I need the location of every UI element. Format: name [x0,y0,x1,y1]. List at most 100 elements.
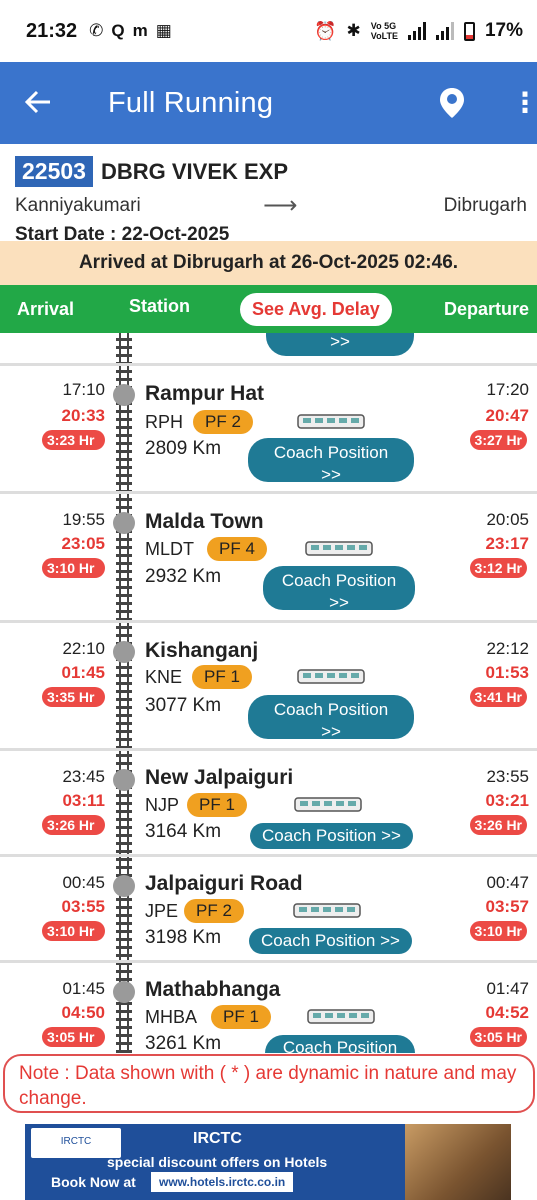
arrival-delay-badge: 3:10 Hr [42,921,105,941]
station-code: MLDT [145,539,194,559]
station-code: NJP [145,795,180,815]
station-name: Malda Town [145,510,264,533]
departure-delay-badge: 3:26 Hr [469,815,527,835]
station-code: MHBA [145,1007,198,1027]
list-item[interactable]: 22:10 01:45 3:35 Hr Kishanganj KNE PF 1 … [0,623,537,751]
battery-icon [463,21,475,41]
search-icon: Q [111,21,125,40]
arrival-column-label: Arrival [17,298,75,319]
scheduled-departure: 22:12 [486,639,529,658]
departure-delay-badge: 3:41 Hr [469,687,527,707]
coach-position-label: Coach Position [273,443,389,462]
station-code: RPH [145,412,184,432]
departure-column-label: Departure [443,298,529,319]
platform-badge: PF 1 [187,793,247,817]
ad-url[interactable]: www.hotels.irctc.co.in [151,1172,294,1192]
distance-km: 3077 Km [145,695,222,716]
coach-train-icon [297,669,365,684]
arrival-delay-badge: 3:35 Hr [42,687,105,707]
destination-station: Dibrugarh [443,194,527,216]
ad-banner[interactable]: IRCTC IRCTC special discount offers on H… [25,1124,511,1200]
origin-station: Kanniyakumari [15,194,141,216]
station-name: Jalpaiguri Road [145,872,303,895]
clock: 21:32 [26,19,78,42]
distance-km: 3198 Km [145,927,222,948]
departure-delay-badge: 3:10 Hr [469,921,527,941]
coach-position-button[interactable]: >> [266,333,414,356]
departure-delay-badge: 3:27 Hr [469,430,527,450]
platform-badge: PF 1 [211,1005,271,1029]
scheduled-arrival: 00:45 [62,873,105,892]
distance-km: 2809 Km [145,438,222,459]
coach-train-icon [307,1009,375,1024]
coach-position-label: Coach Position [273,700,389,719]
see-avg-delay-button[interactable]: See Avg. Delay [240,293,392,326]
scheduled-arrival: 01:45 [62,979,105,998]
list-item[interactable]: 00:45 03:55 3:10 Hr Jalpaiguri Road JPE … [0,857,537,963]
ad-offer-text: special discount offers on Hotels [107,1154,328,1170]
scheduled-departure: 00:47 [486,873,529,892]
station-code: JPE [145,901,179,921]
scheduled-departure: 20:05 [486,510,529,529]
station-name: New Jalpaiguri [145,766,294,789]
station-name: Rampur Hat [145,382,265,405]
coach-position-button[interactable]: Coach Position >> [248,438,414,484]
station-dot-icon [113,384,135,406]
whatsapp-icon: ✆ [89,21,104,40]
station-name: Mathabhanga [145,978,281,1001]
ad-book-now: Book Now at [51,1174,136,1190]
scheduled-departure: 23:55 [486,767,529,786]
list-item[interactable]: 01:45 04:50 3:05 Hr Mathabhanga MHBA PF … [0,963,537,1053]
station-column-label: Station [129,296,190,316]
list-item: >> [0,333,537,366]
coach-position-arrow: >> [329,593,349,612]
actual-arrival: 20:33 [61,406,105,425]
route-arrow-icon: ⟶ [263,192,298,219]
distance-km: 3261 Km [145,1033,222,1053]
actual-departure: 03:57 [485,897,529,916]
back-arrow-icon[interactable] [24,85,84,122]
coach-position-button[interactable]: Coach Position >> [250,823,413,849]
ad-brand: IRCTC [193,1130,242,1147]
station-name: Kishanganj [145,639,259,662]
departure-delay-badge: 3:05 Hr [469,1027,527,1047]
hotel-photo [405,1124,511,1200]
coach-position-button[interactable]: Coach Position [265,1035,415,1053]
location-pin-icon[interactable] [439,87,465,119]
network-volte-label: VoLTE [370,31,398,41]
list-item[interactable]: 17:10 20:33 3:23 Hr Rampur Hat RPH PF 2 … [0,366,537,494]
list-item[interactable]: 23:45 03:11 3:26 Hr New Jalpaiguri NJP P… [0,751,537,857]
scheduled-arrival: 19:55 [62,510,105,529]
list-item[interactable]: 19:55 23:05 3:10 Hr Malda Town MLDT PF 4… [0,494,537,623]
start-date: Start Date : 22-Oct-2025 [15,224,230,245]
battery-level: 17% [484,20,523,41]
calendar-icon: ▦ [155,21,172,40]
arrival-delay-badge: 3:26 Hr [42,815,105,835]
actual-arrival: 23:05 [61,534,105,553]
actual-departure: 20:47 [485,406,529,425]
status-bar: 21:32 ✆ Q m ▦ ⏰ ✱ Vo 5G VoLTE 17% [0,0,537,62]
platform-badge: PF 1 [192,665,252,689]
coach-train-icon [305,541,373,556]
more-vertical-icon[interactable]: ⋮ [511,89,537,117]
station-list[interactable]: >> 17:10 20:33 3:23 Hr Rampur Hat RPH PF… [0,333,537,1053]
platform-badge: PF 2 [184,899,244,923]
column-header: Arrival Station See Avg. Delay Departure [0,285,537,333]
station-dot-icon [113,641,135,663]
actual-arrival: 03:55 [61,897,105,916]
notification-icons: ✆ Q m ▦ [89,21,172,41]
station-dot-icon [113,769,135,791]
app-bar: Full Running ⋮ [0,62,537,144]
m-app-icon: m [132,21,148,40]
network-label: Vo 5G VoLTE [371,21,398,41]
coach-train-icon [297,414,365,429]
coach-position-button[interactable]: Coach Position >> [249,928,412,954]
coach-position-button[interactable]: Coach Position >> [248,695,414,741]
scheduled-arrival: 23:45 [62,767,105,786]
coach-position-button[interactable]: Coach Position >> [263,566,415,612]
scheduled-departure: 17:20 [486,380,529,399]
coach-position-arrow: >> [321,722,341,741]
station-code: KNE [145,667,183,687]
dynamic-data-note: Note : Data shown with ( * ) are dynamic… [3,1054,535,1113]
actual-departure: 01:53 [485,663,529,682]
